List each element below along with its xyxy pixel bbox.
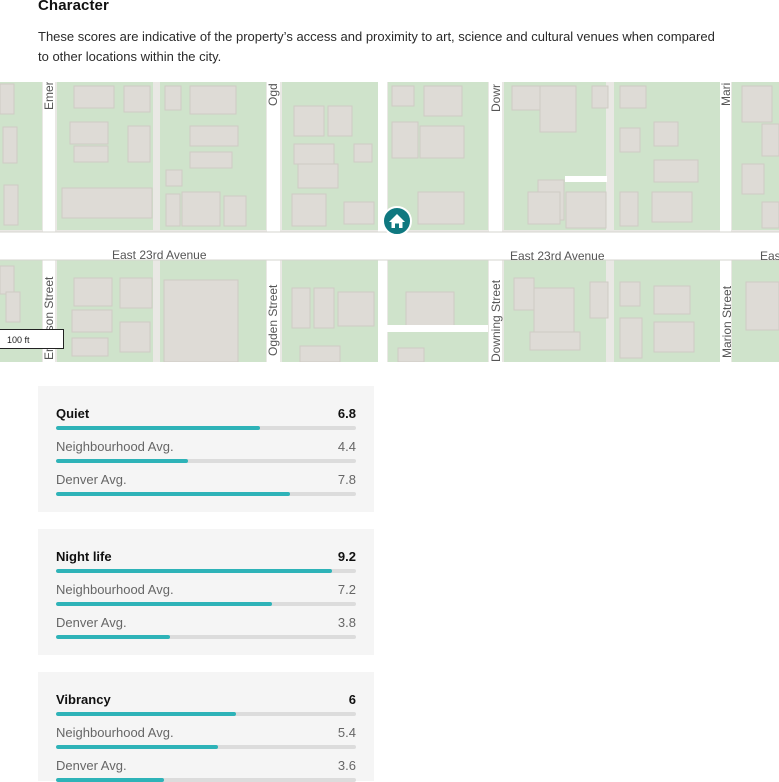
score-title: Vibrancy bbox=[56, 692, 111, 707]
street-label-marion-top: Mari bbox=[719, 83, 733, 106]
section-description: These scores are indicative of the prope… bbox=[38, 29, 715, 64]
street-label-downing-bottom: Downing Street bbox=[489, 279, 503, 362]
neighbourhood-bar bbox=[56, 459, 356, 463]
neighbourhood-bar-fill bbox=[56, 602, 272, 606]
score-value: 6.8 bbox=[337, 406, 356, 421]
street-label-east-partial: Eas bbox=[760, 249, 779, 263]
score-bar bbox=[56, 569, 356, 573]
score-bar-fill bbox=[56, 569, 332, 573]
neighbourhood-label: Neighbourhood Avg. bbox=[56, 582, 174, 597]
neighbourhood-value: 4.4 bbox=[337, 439, 356, 454]
street-label-downing-top: Dowr bbox=[489, 84, 503, 112]
denver-value: 3.6 bbox=[337, 758, 356, 773]
score-value: 9.2 bbox=[337, 549, 356, 564]
neighbourhood-map[interactable]: East 23rd Avenue East 23rd Avenue Eas Em… bbox=[0, 82, 779, 362]
score-bar bbox=[56, 712, 356, 716]
denver-bar bbox=[56, 778, 356, 782]
denver-value: 3.8 bbox=[337, 615, 356, 630]
neighbourhood-label: Neighbourhood Avg. bbox=[56, 439, 174, 454]
score-bar-fill bbox=[56, 712, 236, 716]
score-bar-fill bbox=[56, 426, 260, 430]
street-label-emerson-top: Emer bbox=[42, 82, 56, 110]
score-title: Quiet bbox=[56, 406, 90, 421]
score-value: 6 bbox=[348, 692, 356, 707]
neighbourhood-bar-fill bbox=[56, 459, 188, 463]
score-title: Night life bbox=[56, 549, 112, 564]
denver-label: Denver Avg. bbox=[56, 615, 127, 630]
score-card-vibrancy: Vibrancy 6 Neighbourhood Avg. 5.4 Denver… bbox=[38, 672, 374, 782]
street-label-marion-bottom: Marion Street bbox=[720, 285, 734, 358]
denver-label: Denver Avg. bbox=[56, 472, 127, 487]
street-label-ogden-bottom: Ogden Street bbox=[266, 284, 280, 356]
score-bar bbox=[56, 426, 356, 430]
denver-label: Denver Avg. bbox=[56, 758, 127, 773]
map-scale-bar: 100 ft bbox=[0, 329, 64, 349]
neighbourhood-bar bbox=[56, 745, 356, 749]
neighbourhood-value: 5.4 bbox=[337, 725, 356, 740]
neighbourhood-bar-fill bbox=[56, 745, 218, 749]
neighbourhood-value: 7.2 bbox=[337, 582, 356, 597]
denver-bar-fill bbox=[56, 778, 164, 782]
street-label-east-23rd: East 23rd Avenue bbox=[112, 248, 207, 262]
denver-bar-fill bbox=[56, 492, 290, 496]
street-label-ogden-top: Ogd bbox=[266, 83, 280, 106]
neighbourhood-label: Neighbourhood Avg. bbox=[56, 725, 174, 740]
home-icon[interactable] bbox=[382, 206, 412, 236]
denver-bar-fill bbox=[56, 635, 170, 639]
street-label-east-23rd-right: East 23rd Avenue bbox=[510, 249, 605, 263]
denver-bar bbox=[56, 635, 356, 639]
section-title: Character bbox=[38, 0, 109, 14]
denver-bar bbox=[56, 492, 356, 496]
score-card-quiet: Quiet 6.8 Neighbourhood Avg. 4.4 Denver … bbox=[38, 386, 374, 512]
denver-value: 7.8 bbox=[337, 472, 356, 487]
neighbourhood-bar bbox=[56, 602, 356, 606]
score-card-night-life: Night life 9.2 Neighbourhood Avg. 7.2 De… bbox=[38, 529, 374, 655]
